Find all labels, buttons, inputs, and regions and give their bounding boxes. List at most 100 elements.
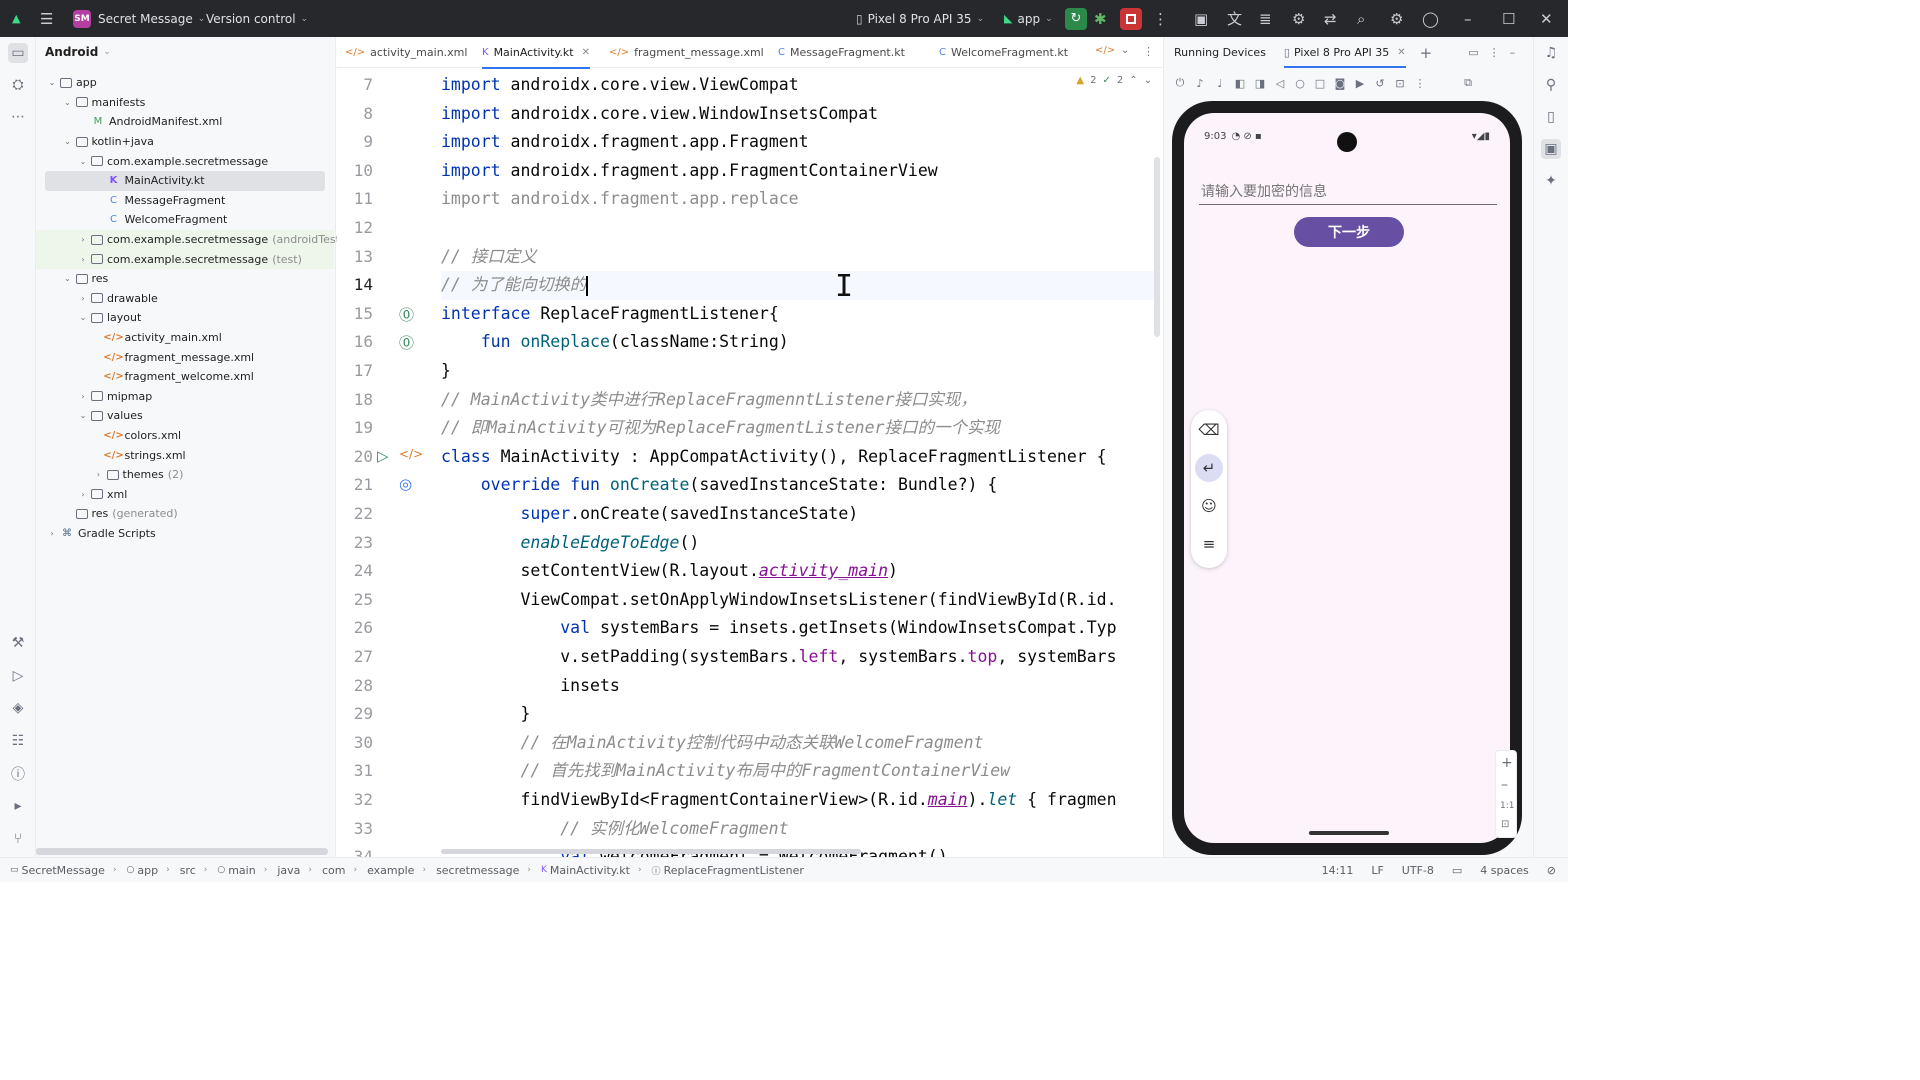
tree-item[interactable]: C MessageFragment [36, 191, 334, 211]
chevron-down-icon[interactable]: ⌄ [77, 313, 89, 322]
editor-tab[interactable]: </> activity_main.xml [345, 37, 467, 68]
device-tab[interactable]: ▯ Pixel 8 Pro API 35 ✕ [1283, 37, 1406, 68]
implemented-icon[interactable]: ⓪ [399, 304, 414, 325]
tree-item[interactable]: ⌄ kotlin+java [36, 132, 334, 152]
settings-button[interactable]: ⚙ [1390, 0, 1403, 37]
code-line[interactable]: interface ReplaceFragmentListener{ [441, 300, 1159, 329]
backspace-icon[interactable]: ⌫ [1195, 416, 1223, 444]
code-line[interactable]: // 即MainActivity可视为ReplaceFragmentListen… [441, 414, 1159, 443]
tabs-more-icon[interactable]: ⋮ [1143, 45, 1154, 58]
cursor-position[interactable]: 14:11 [1322, 864, 1354, 877]
chevron-right-icon[interactable]: › [93, 470, 105, 479]
editor-vscrollbar[interactable] [1154, 157, 1160, 337]
tree-item[interactable]: ⌄ res [36, 269, 334, 289]
layout-button[interactable]: ≣ [1259, 0, 1272, 37]
enter-icon[interactable]: ↵ [1195, 454, 1223, 482]
code-line[interactable]: enableEdgeToEdge() [441, 529, 1159, 558]
chevron-right-icon[interactable]: › [77, 235, 89, 244]
run-gutter-icon[interactable]: ▷ [377, 447, 389, 465]
more-tools-icon[interactable]: ⋯ [8, 107, 28, 127]
chevron-right-icon[interactable]: › [77, 294, 89, 303]
chevron-right-icon[interactable]: › [77, 490, 89, 499]
override-icon[interactable]: ◎ [399, 475, 412, 493]
more-vertical-icon[interactable]: ⋮ [1489, 46, 1500, 59]
terminal-icon[interactable]: ▸ [8, 796, 28, 816]
device-manager-button[interactable]: ▣ [1194, 0, 1208, 37]
close-icon[interactable]: ✕ [1397, 47, 1405, 58]
code-line[interactable]: val systemBars = insets.getInsets(Window… [441, 614, 1159, 643]
power-icon[interactable]: ⏻ [1170, 76, 1190, 90]
translate-button[interactable]: 文 [1227, 0, 1242, 37]
tree-item[interactable]: res (generated) [36, 504, 334, 524]
gesture-nav-bar[interactable] [1309, 831, 1389, 835]
breadcrumb-item[interactable]: ⓘ ReplaceFragmentListener [652, 864, 804, 877]
debug-button[interactable]: ✱ [1094, 0, 1107, 37]
code-line[interactable]: // 在MainActivity控制代码中动态关联WelcomeFragment [441, 729, 1159, 758]
back-icon[interactable]: ◁ [1270, 77, 1290, 90]
project-selector[interactable]: SM Secret Message ⌄ [73, 0, 205, 37]
breadcrumb-item[interactable]: src [180, 864, 196, 877]
apply-changes-button[interactable]: ↻ [1065, 0, 1087, 37]
resource-manager-icon[interactable]: ⛭ [8, 75, 28, 95]
android-tools-button[interactable]: ⚙ [1292, 0, 1305, 37]
minimize-icon[interactable]: – [1510, 46, 1516, 59]
more-tabs-icon[interactable]: </> [1095, 45, 1115, 56]
editor-tab[interactable]: C MessageFragment.kt [778, 37, 905, 68]
tree-item[interactable]: </> fragment_message.xml [36, 347, 334, 367]
code-line[interactable]: // 为了能向切换的 [441, 271, 1159, 300]
code-line[interactable]: v.setPadding(systemBars.left, systemBars… [441, 643, 1159, 672]
code-line[interactable]: override fun onCreate(savedInstanceState… [441, 471, 1159, 500]
add-device-icon[interactable]: + [1420, 44, 1433, 62]
breadcrumb-item[interactable]: ○ main [217, 864, 255, 877]
camera-icon[interactable]: ◙ [1330, 77, 1350, 90]
device-explorer-icon[interactable]: ▯ [1541, 107, 1561, 127]
breadcrumb-item[interactable]: ▭ SecretMessage [10, 864, 105, 877]
editor-tab[interactable]: K MainActivity.kt ✕ [482, 37, 590, 69]
code-line[interactable]: super.onCreate(savedInstanceState) [441, 500, 1159, 529]
project-view-selector[interactable]: Android ⌄ [45, 45, 111, 59]
logcat-icon[interactable]: ☷ [8, 731, 28, 751]
zoom-in-icon[interactable]: + [1501, 755, 1513, 771]
message-input[interactable] [1199, 179, 1497, 205]
tree-item[interactable]: </> colors.xml [36, 426, 334, 446]
code-line[interactable]: fun onReplace(className:String) [441, 328, 1159, 357]
tree-item[interactable]: › mipmap [36, 387, 334, 407]
tree-item[interactable]: ⌄ manifests [36, 93, 334, 113]
code-line[interactable]: findViewById<FragmentContainerView>(R.id… [441, 786, 1159, 815]
tree-item[interactable]: › ⌘ Gradle Scripts [36, 524, 334, 544]
device-selector[interactable]: ▯ Pixel 8 Pro API 35 ⌄ [856, 0, 984, 37]
chevron-down-icon[interactable]: ⌄ [62, 98, 74, 107]
run-tool-icon[interactable]: ▷ [8, 666, 28, 686]
chevron-down-icon[interactable]: ⌄ [62, 137, 74, 146]
main-menu-icon[interactable]: ☰ [40, 0, 53, 37]
chevron-down-icon[interactable]: ⌄ [77, 411, 89, 420]
next-step-button[interactable]: 下一步 [1294, 217, 1404, 247]
tree-item[interactable]: ⌄ layout [36, 308, 334, 328]
breadcrumb-item[interactable]: secretmessage [436, 864, 519, 877]
tree-item[interactable]: › com.example.secretmessage (androidTest) [36, 229, 344, 250]
build-tool-icon[interactable]: ⚒ [8, 633, 28, 653]
code-line[interactable]: import androidx.core.view.ViewCompat [441, 71, 1159, 100]
code-line[interactable]: // 首先找到MainActivity布局中的FragmentContainer… [441, 757, 1159, 786]
lock-icon[interactable]: ⊘ [1547, 864, 1556, 877]
tree-item[interactable]: › drawable [36, 289, 334, 309]
chevron-right-icon[interactable]: › [46, 529, 58, 538]
tree-item[interactable]: › xml [36, 485, 334, 505]
code-line[interactable]: import androidx.fragment.app.FragmentCon… [441, 157, 1159, 186]
reset-icon[interactable]: ↺ [1370, 77, 1390, 90]
code-line[interactable]: import androidx.core.view.WindowInsetsCo… [441, 100, 1159, 129]
editor-hscrollbar[interactable] [441, 849, 861, 854]
code-line[interactable]: setContentView(R.layout.activity_main) [441, 557, 1159, 586]
breadcrumb-item[interactable]: K MainActivity.kt [541, 864, 630, 877]
code-line[interactable]: } [441, 700, 1159, 729]
tree-item[interactable]: C WelcomeFragment [36, 210, 334, 230]
tree-item[interactable]: ⌄ com.example.secretmessage [36, 151, 334, 171]
code-line[interactable]: class MainActivity : AppCompatActivity()… [441, 443, 1159, 472]
zoom-out-icon[interactable]: – [1501, 777, 1508, 793]
notifications-icon[interactable]: ♫ [1541, 43, 1561, 63]
close-window-button[interactable]: ✕ [1540, 0, 1553, 37]
code-line[interactable]: insets [441, 672, 1159, 701]
running-devices-icon[interactable]: ▣ [1541, 139, 1561, 159]
tabs-dropdown-icon[interactable]: ⌄ [1121, 45, 1129, 56]
rotate-left-icon[interactable]: ◧ [1230, 77, 1250, 90]
